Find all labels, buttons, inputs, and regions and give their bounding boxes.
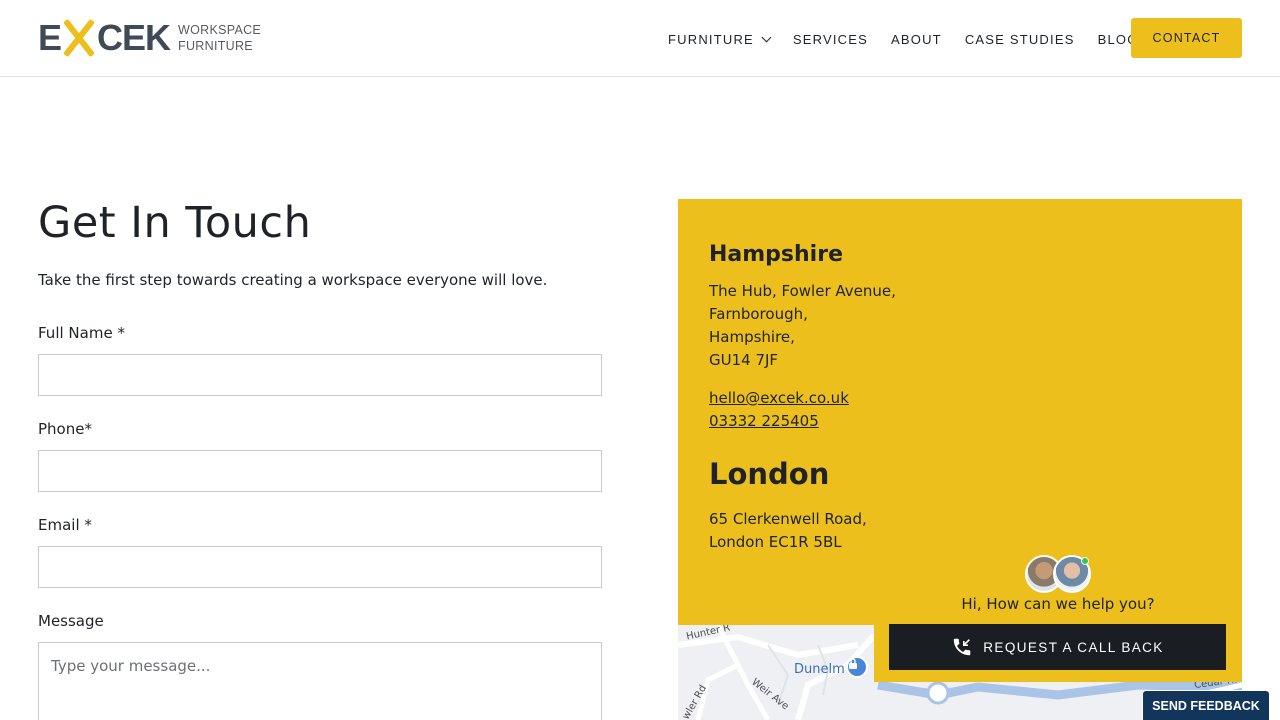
address-line: Hampshire,: [709, 328, 795, 346]
address-line: 65 Clerkenwell Road,: [709, 510, 867, 528]
london-address: 65 Clerkenwell Road, London EC1R 5BL: [709, 508, 867, 554]
hampshire-address: The Hub, Fowler Avenue, Farnborough, Ham…: [709, 280, 896, 372]
chevron-down-icon: [761, 32, 772, 42]
nav-item-services[interactable]: SERVICES: [793, 30, 868, 48]
logo-letter-e: E: [38, 17, 62, 58]
email-field[interactable]: [38, 546, 602, 588]
nav-item-about[interactable]: ABOUT: [891, 30, 942, 48]
request-call-back-button[interactable]: REQUEST A CALL BACK: [889, 624, 1226, 670]
page-title: Get In Touch: [38, 198, 312, 248]
full-name-label: Full Name *: [38, 324, 125, 342]
email-label: Email *: [38, 516, 92, 534]
logo-subline-1: WORKSPACE: [178, 23, 262, 37]
nav-item-label: SERVICES: [792, 31, 869, 47]
message-label: Message: [38, 612, 104, 630]
site-header: E CEK WORKSPACE FURNITURE FURNITURE SERV…: [0, 0, 1280, 77]
message-field[interactable]: [38, 642, 602, 720]
callback-button-label: REQUEST A CALL BACK: [983, 639, 1164, 655]
logo-wordmark: E CEK: [38, 17, 171, 58]
online-status-icon: [1081, 557, 1089, 565]
address-line: London EC1R 5BL: [709, 533, 842, 551]
logo-subline: WORKSPACE FURNITURE: [178, 22, 261, 54]
address-line: Farnborough,: [709, 305, 808, 323]
full-name-field[interactable]: [38, 354, 602, 396]
agent-avatars: [1025, 555, 1091, 595]
nav-item-furniture[interactable]: FURNITURE: [668, 30, 772, 48]
main-nav: FURNITURE SERVICES ABOUT CASE STUDIES BL…: [668, 30, 1162, 48]
address-line: GU14 7JF: [709, 351, 779, 369]
site-logo[interactable]: E CEK WORKSPACE FURNITURE: [38, 16, 261, 60]
nav-item-label: ABOUT: [891, 31, 942, 47]
send-feedback-button[interactable]: SEND FEEDBACK: [1142, 690, 1270, 720]
office-title-hampshire: Hampshire: [709, 242, 843, 267]
office-title-london: London: [709, 457, 830, 491]
email-link[interactable]: hello@excek.co.uk: [709, 389, 849, 407]
phone-callback-icon: [954, 638, 971, 656]
intro-text: Take the first step towards creating a w…: [38, 271, 548, 289]
address-line: The Hub, Fowler Avenue,: [709, 282, 896, 300]
nav-item-label: FURNITURE: [668, 31, 754, 47]
logo-subline-2: FURNITURE: [178, 39, 253, 53]
phone-label: Phone*: [38, 420, 92, 438]
map-pin-icon[interactable]: [846, 656, 868, 678]
nav-item-case-studies[interactable]: CASE STUDIES: [965, 30, 1075, 48]
logo-x-mark: [62, 18, 96, 58]
logo-letters-cek: CEK: [97, 17, 171, 58]
phone-field[interactable]: [38, 450, 602, 492]
map-place-label: Dunelm: [794, 662, 845, 677]
phone-link[interactable]: 03332 225405: [709, 412, 819, 430]
nav-item-label: CASE STUDIES: [964, 31, 1075, 47]
chat-greeting: Hi, How can we help you?: [961, 595, 1155, 613]
contact-button[interactable]: CONTACT: [1131, 18, 1242, 58]
